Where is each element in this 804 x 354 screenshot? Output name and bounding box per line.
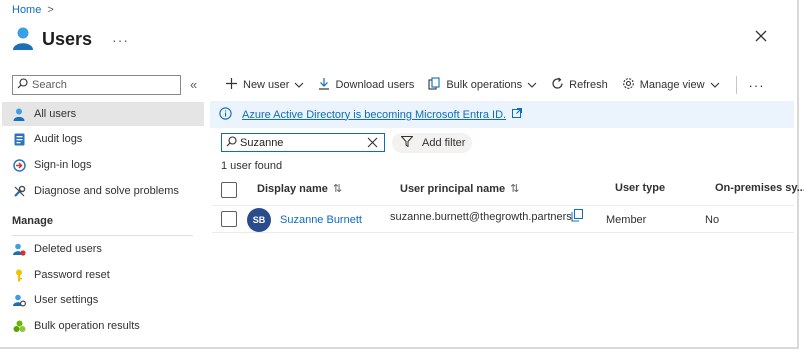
sidebar-item-label: All users <box>34 108 77 120</box>
sidebar-item-label: User settings <box>34 294 99 306</box>
column-header-user-type[interactable]: User type <box>615 182 665 194</box>
breadcrumb-separator: > <box>47 4 54 16</box>
sidebar-item-label: Diagnose and solve problems <box>34 185 179 197</box>
user-search-box[interactable] <box>221 133 385 152</box>
filter-icon <box>400 136 414 150</box>
result-count: 1 user found <box>221 160 283 172</box>
sidebar-item-all-users[interactable]: All users <box>2 102 204 126</box>
avatar: SB <box>247 208 271 232</box>
refresh-label: Refresh <box>569 79 608 91</box>
external-link-icon <box>512 108 523 121</box>
user-search-input[interactable] <box>240 136 360 149</box>
download-icon <box>318 77 330 93</box>
section-divider <box>12 235 193 236</box>
sidebar-item-sign-in-logs[interactable]: Sign-in logs <box>2 153 204 177</box>
bulk-operations-button[interactable]: Bulk operations <box>428 77 537 93</box>
clear-search-icon[interactable] <box>367 137 378 151</box>
row-checkbox[interactable] <box>221 211 237 227</box>
bulk-operations-icon <box>428 77 441 93</box>
info-icon <box>219 106 232 123</box>
user-icon <box>12 107 26 121</box>
sort-icon: ⇅ <box>510 183 520 195</box>
refresh-icon <box>551 77 564 93</box>
download-users-button[interactable]: Download users <box>318 77 414 93</box>
toolbar-divider <box>735 76 737 94</box>
sidebar-item-label: Password reset <box>34 269 110 281</box>
key-icon <box>12 268 26 282</box>
user-type-cell: Member <box>606 214 647 226</box>
search-icon <box>17 78 28 92</box>
column-header-label: On-premises sy... <box>715 182 804 194</box>
select-all-checkbox[interactable] <box>221 182 237 198</box>
chevron-down-icon <box>527 79 537 91</box>
collapse-sidebar-button[interactable]: « <box>190 77 197 92</box>
sidebar-item-deleted-users[interactable]: Deleted users <box>2 237 204 261</box>
sign-in-icon <box>12 158 26 172</box>
add-filter-label: Add filter <box>422 137 466 149</box>
close-icon[interactable] <box>754 29 770 45</box>
chevron-down-icon <box>710 79 720 91</box>
manage-section-title: Manage <box>12 215 53 227</box>
deleted-users-icon <box>12 242 26 256</box>
sidebar-search[interactable] <box>12 75 181 95</box>
sidebar-item-label: Audit logs <box>34 133 83 145</box>
wrench-icon <box>12 184 26 198</box>
search-icon <box>226 135 237 150</box>
users-blade: Home > Users ··· « All users Audit l <box>0 0 804 349</box>
add-filter-button[interactable]: Add filter <box>392 133 472 153</box>
sidebar-item-password-reset[interactable]: Password reset <box>2 263 204 287</box>
audit-log-icon <box>12 132 26 146</box>
user-settings-icon <box>12 293 26 307</box>
download-users-label: Download users <box>335 79 415 91</box>
page-title: Users <box>42 29 93 49</box>
sort-icon: ⇅ <box>332 183 343 195</box>
info-banner: Azure Active Directory is becoming Micro… <box>210 101 794 128</box>
new-user-label: New user <box>243 79 290 91</box>
plus-icon <box>225 77 238 93</box>
upn-cell: suzanne.burnett@thegrowth.partners <box>390 211 572 223</box>
refresh-button[interactable]: Refresh <box>551 77 608 93</box>
column-header-on-premises[interactable]: On-premises sy... <box>715 182 804 194</box>
manage-view-label: Manage view <box>639 79 705 91</box>
bulk-operations-label: Bulk operations <box>446 79 523 91</box>
column-header-label: Display name <box>257 182 328 195</box>
more-options-button[interactable]: ··· <box>112 32 129 48</box>
toolbar-more-button[interactable]: ··· <box>749 78 765 93</box>
breadcrumb: Home > <box>12 4 54 16</box>
sidebar-item-user-settings[interactable]: User settings <box>2 288 204 312</box>
header-divider <box>212 205 794 206</box>
column-header-label: User principal name <box>400 182 506 195</box>
command-bar: New user Download users Bulk operations … <box>225 74 765 96</box>
copy-icon[interactable] <box>571 209 583 225</box>
sidebar-search-input[interactable] <box>32 79 172 91</box>
sidebar-item-bulk-results[interactable]: Bulk operation results <box>2 314 204 338</box>
sidebar-item-diagnose[interactable]: Diagnose and solve problems <box>2 179 204 203</box>
new-user-button[interactable]: New user <box>225 77 304 93</box>
bulk-results-icon <box>12 319 26 333</box>
sidebar-item-label: Deleted users <box>34 243 102 255</box>
manage-view-button[interactable]: Manage view <box>622 77 720 93</box>
on-premises-cell: No <box>705 214 720 226</box>
sidebar-item-label: Sign-in logs <box>34 159 92 171</box>
users-icon <box>12 26 34 53</box>
column-header-display-name[interactable]: Display name ⇅ <box>257 182 343 196</box>
title-row: Users ··· <box>12 26 129 53</box>
breadcrumb-home-link[interactable]: Home <box>12 4 41 16</box>
chevron-down-icon <box>294 79 304 91</box>
gear-icon <box>622 77 635 93</box>
column-header-label: User type <box>615 182 666 194</box>
display-name-link[interactable]: Suzanne Burnett <box>280 214 362 226</box>
entra-announcement-link[interactable]: Azure Active Directory is becoming Micro… <box>242 109 506 121</box>
column-header-upn[interactable]: User principal name ⇅ <box>400 182 520 196</box>
sidebar-item-audit-logs[interactable]: Audit logs <box>2 127 204 151</box>
sidebar-item-label: Bulk operation results <box>34 320 140 332</box>
row-divider <box>212 232 794 233</box>
